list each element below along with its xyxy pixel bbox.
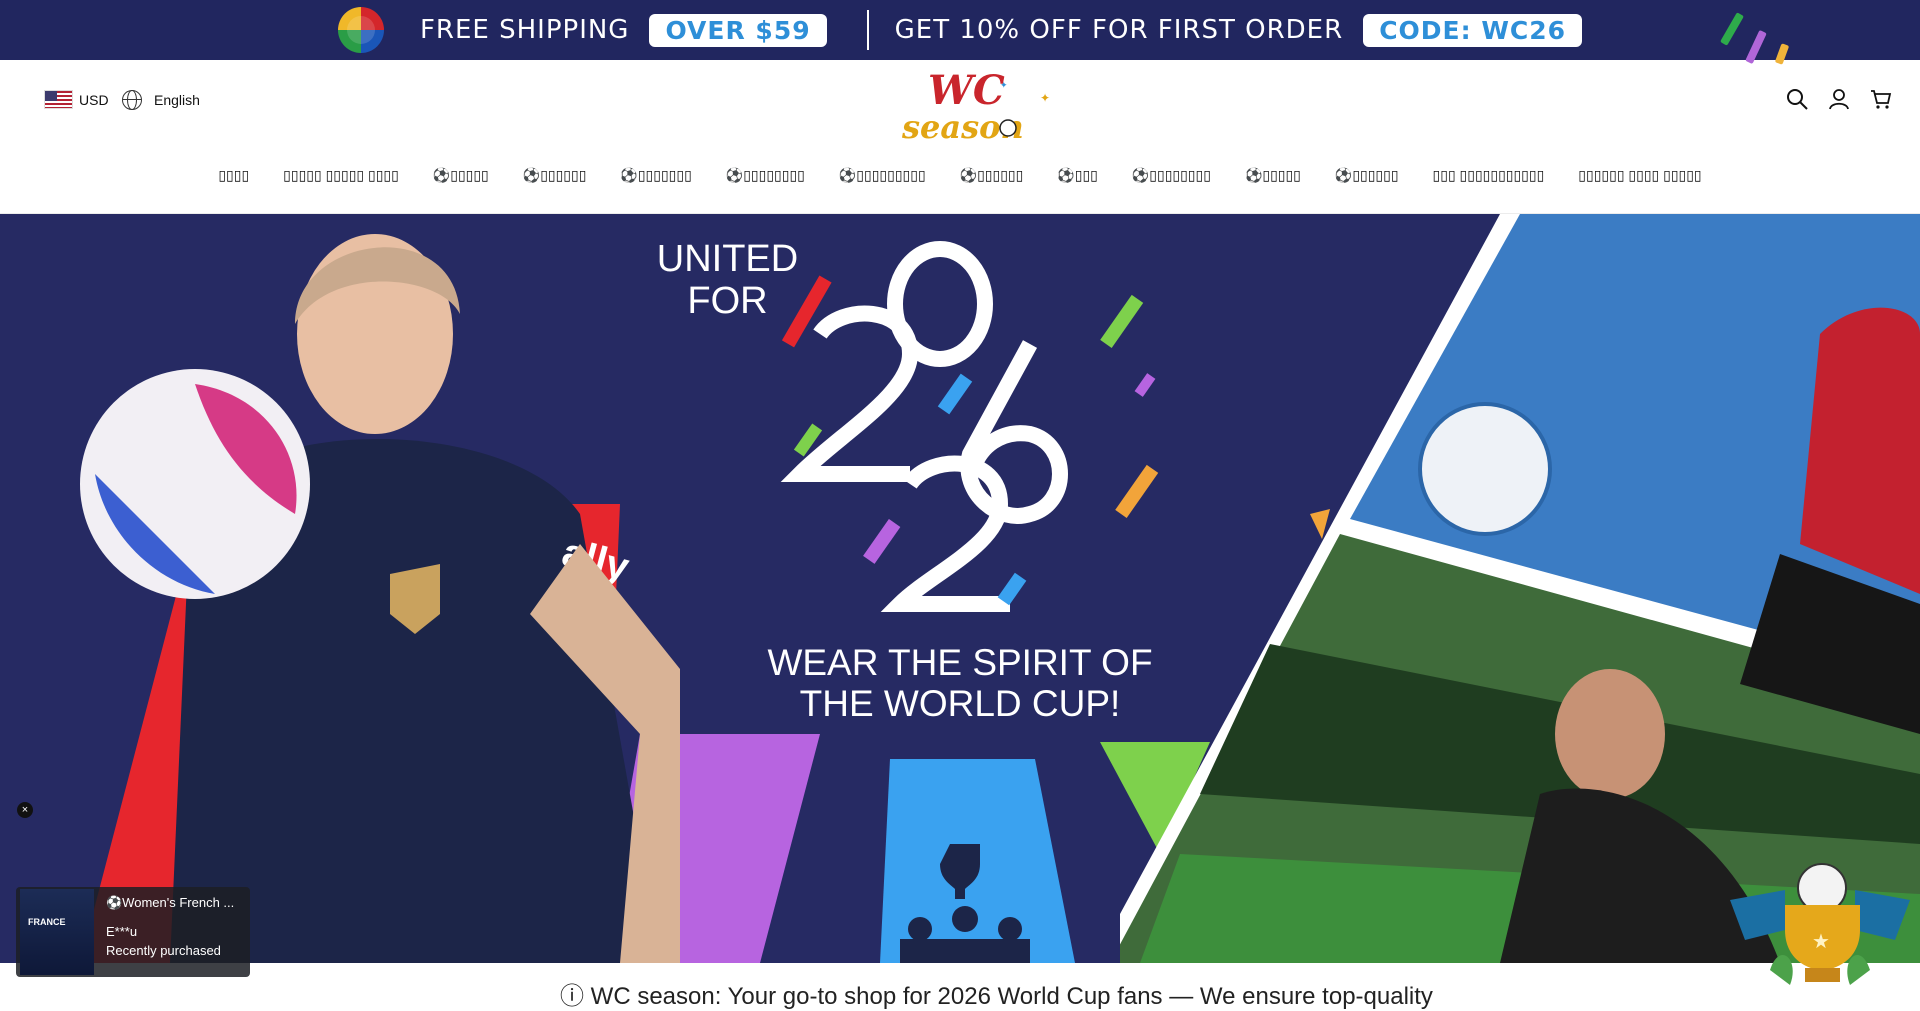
confetti-blue	[937, 373, 973, 415]
product-thumbnail[interactable]: FRANCE	[20, 889, 94, 975]
currency-label: USD	[79, 91, 109, 108]
nav-item-12[interactable]: ⚽▯▯▯▯▯▯	[1335, 167, 1399, 184]
trophy-widget[interactable]: ★	[1730, 860, 1910, 990]
site-logo[interactable]: WC season ✦ ✦	[900, 68, 1050, 148]
popup-buyer: E***u	[106, 924, 138, 939]
popup-spacer	[106, 912, 234, 922]
us-flag-icon	[44, 90, 73, 109]
digit-six	[960, 340, 1068, 524]
header-icons	[1786, 88, 1892, 110]
logo-ball	[999, 119, 1017, 137]
fan-head	[952, 906, 978, 932]
confetti-decoration	[1720, 12, 1744, 46]
nav-item-11[interactable]: ⚽▯▯▯▯▯	[1245, 167, 1301, 184]
confetti-decoration	[1745, 29, 1767, 65]
popup-product-name[interactable]: ⚽Women's French ...	[106, 893, 234, 912]
nav-item-14[interactable]: ▯▯▯▯▯▯ ▯▯▯▯ ▯▯▯▯▯	[1578, 167, 1701, 184]
soccer-ball-image	[80, 369, 310, 599]
recent-purchase-popup[interactable]: FRANCE ⚽Women's French ... E***u Recentl…	[16, 887, 250, 977]
info-banner-text: ⓘ WC season: Your go-to shop for 2026 Wo…	[560, 983, 1433, 1010]
shipping-threshold-badge: OVER $59	[649, 13, 827, 47]
smiling-player	[1555, 669, 1665, 799]
nav-item-4[interactable]: ⚽▯▯▯▯▯▯	[523, 167, 587, 184]
fan-head	[998, 917, 1022, 941]
nav-item-5[interactable]: ⚽▯▯▯▯▯▯▯	[620, 167, 691, 184]
popup-text: ⚽Women's French ... E***u Recently purch…	[94, 887, 234, 977]
confetti-purple-2	[863, 518, 901, 564]
ribbon-right	[1855, 890, 1910, 940]
year-2026-graphic	[780, 241, 1159, 612]
trophy-base	[1805, 968, 1840, 982]
photo-collage	[1120, 214, 1920, 963]
photo-collage-graphic	[1120, 214, 1920, 963]
photo-soccer-ball	[1418, 402, 1552, 536]
language-label: English	[154, 92, 200, 108]
account-icon[interactable]	[1828, 88, 1850, 110]
trophy-ball	[1797, 863, 1847, 913]
fan-head	[908, 917, 932, 941]
year-digits	[780, 241, 1068, 612]
ribbon-left	[1730, 890, 1785, 940]
free-shipping-text: FREE SHIPPING	[419, 15, 630, 45]
cart-icon[interactable]	[1870, 88, 1892, 110]
soccer-ball-icon	[337, 7, 384, 53]
laurel-left	[1770, 954, 1793, 985]
currency-selector[interactable]: USD	[44, 90, 109, 109]
nav-item-8[interactable]: ⚽▯▯▯▯▯▯	[960, 167, 1024, 184]
digit-two-top	[780, 305, 919, 482]
trophy-silhouette	[900, 844, 1030, 963]
nav-item-2[interactable]: ▯▯▯▯▯ ▯▯▯▯▯ ▯▯▯▯	[283, 167, 399, 184]
popup-status: Recently purchased	[106, 943, 221, 958]
main-navigation: ▯▯▯▯ ▯▯▯▯▯ ▯▯▯▯▯ ▯▯▯▯ ⚽▯▯▯▯▯ ⚽▯▯▯▯▯▯ ⚽▯▯…	[0, 167, 1920, 184]
nav-item-6[interactable]: ⚽▯▯▯▯▯▯▯▯	[726, 167, 805, 184]
site-header: USD English WC season ✦ ✦ ▯▯▯▯ ▯▯▯▯▯ ▯▯▯…	[0, 60, 1920, 214]
digit-two-bottom	[880, 455, 1010, 612]
nav-item-3[interactable]: ⚽▯▯▯▯▯	[433, 167, 489, 184]
discount-text: GET 10% OFF FOR FIRST ORDER	[894, 15, 1344, 45]
nav-item-9[interactable]: ⚽▯▯▯	[1057, 167, 1098, 184]
nav-item-10[interactable]: ⚽▯▯▯▯▯▯▯▯	[1132, 167, 1211, 184]
nav-item-1[interactable]: ▯▯▯▯	[218, 167, 249, 184]
popup-close-button[interactable]: ×	[17, 802, 33, 818]
discount-code-badge: CODE: WC26	[1363, 13, 1583, 47]
globe-icon	[122, 90, 142, 110]
thumbnail-label: FRANCE	[28, 917, 66, 927]
announcement-bar: FREE SHIPPING OVER $59 GET 10% OFF FOR F…	[0, 0, 1920, 65]
laurel-right	[1847, 954, 1870, 985]
search-icon[interactable]	[1786, 88, 1808, 110]
language-selector[interactable]: English	[122, 90, 200, 110]
logo-star: ✦	[1000, 80, 1008, 90]
trophy-star: ★	[1812, 931, 1830, 953]
hero-banner[interactable]: ally UNITED FOR WEAR THE SPIRIT OF THE W…	[0, 214, 1920, 963]
nav-item-7[interactable]: ⚽▯▯▯▯▯▯▯▯▯	[839, 167, 926, 184]
nav-item-13[interactable]: ▯▯▯ ▯▯▯▯▯▯▯▯▯▯▯	[1433, 167, 1545, 184]
logo-star: ✦	[1040, 91, 1050, 105]
trophy-cup	[940, 844, 980, 899]
announcement-divider	[866, 10, 869, 50]
fans-bodies	[900, 939, 1030, 963]
